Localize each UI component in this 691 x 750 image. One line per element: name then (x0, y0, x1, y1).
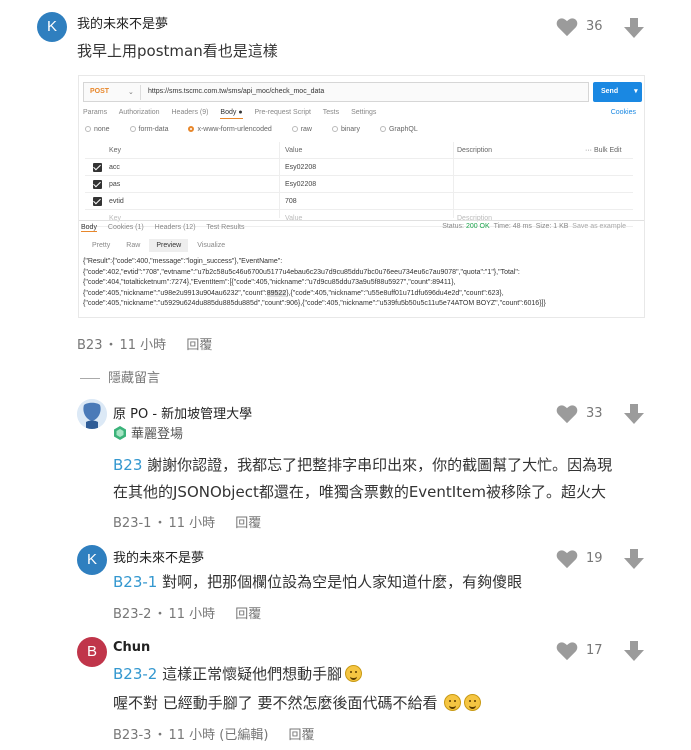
reply-button[interactable]: 回覆 (235, 607, 261, 622)
comment-text-line2: 在其他的JSONObject都還在，唯獨含票數的EventItem被移除了。超火… (113, 483, 606, 501)
checkbox-icon (93, 180, 102, 189)
send-button: Send ▾ (593, 82, 642, 102)
http-method: POST (90, 88, 110, 95)
timestamp: 11 小時 (168, 607, 216, 622)
chevron-down-icon: ⌄ (128, 89, 134, 96)
body-type-options: none form-data x-www-form-urlencoded raw… (85, 126, 436, 133)
timestamp: 11 小時 (已編輯) (168, 728, 269, 743)
comment-text: B23-1 對啊，把那個欄位設為空是怕人家知道什麼，有夠傻眼 (113, 573, 523, 591)
like-count: 33 (586, 406, 603, 421)
floor-number: B23-1 (113, 516, 152, 531)
comment-text: B23-2 這樣正常懷疑他們想動手腳 (113, 661, 363, 687)
comment-meta: B23-3 ・ 11 小時 (已編輯) 回覆 (113, 728, 315, 743)
table-row: pas Esy02208 (85, 176, 633, 193)
comment-meta: B23-2 ・ 11 小時 回覆 (113, 607, 262, 622)
table-row: acc Esy02208 (85, 159, 633, 176)
hidden-replies-toggle[interactable]: 隱藏留言 (80, 367, 160, 386)
reply-button[interactable]: 回覆 (289, 728, 315, 743)
comment-author[interactable]: 我的未來不是夢 (77, 13, 168, 32)
heart-icon (556, 18, 578, 37)
heart-icon (556, 405, 578, 424)
comment-text: 我早上用postman看也是這樣 (77, 42, 278, 60)
timestamp: 11 小時 (168, 516, 216, 531)
like-count: 19 (586, 551, 603, 566)
request-tabs: Params Authorization Headers (9) Body ● … (83, 109, 386, 119)
floor-mention-link[interactable]: B23-2 (113, 665, 157, 683)
floor-number: B23-2 (113, 607, 152, 622)
avatar[interactable]: B (77, 637, 107, 667)
like-count: 36 (586, 19, 603, 34)
comment-meta: B23 ・ 11 小時 回覆 (77, 338, 213, 353)
cookies-link: Cookies (610, 109, 636, 116)
request-url: https://sms.tscmc.com.tw/sms/api_moc/che… (148, 88, 325, 95)
response-json: {"Result":{"code":400,"message":"login_s… (83, 258, 546, 307)
heart-icon (556, 550, 578, 569)
user-badge: 華麗登場 (113, 423, 183, 442)
comment-text: B23 謝謝你認證，我都忘了把整排字串印出來，你的截圖幫了大忙。因為現 (113, 456, 613, 474)
avatar[interactable] (77, 399, 107, 429)
url-bar: POST ⌄ https://sms.tscmc.com.tw/sms/api_… (83, 82, 589, 102)
postman-screenshot[interactable]: POST ⌄ https://sms.tscmc.com.tw/sms/api_… (78, 75, 645, 318)
laughing-emoji-icon (463, 694, 481, 711)
table-row: evtid 708 (85, 193, 633, 210)
like-button[interactable]: 33 (556, 404, 616, 426)
downvote-icon[interactable] (623, 548, 645, 570)
like-count: 17 (586, 643, 603, 658)
downvote-icon[interactable] (623, 640, 645, 662)
grinning-emoji-icon (345, 665, 363, 682)
like-button[interactable]: 36 (556, 17, 616, 39)
floor-mention-link[interactable]: B23 (113, 456, 142, 474)
reply-button[interactable]: 回覆 (186, 338, 212, 353)
timestamp: 11 小時 (119, 338, 167, 353)
view-tabs: Pretty Raw Preview Visualize (85, 239, 234, 252)
comment-meta: B23-1 ・ 11 小時 回覆 (113, 516, 262, 531)
downvote-icon[interactable] (623, 403, 645, 425)
comment-text-line2: 喔不對 已經動手腳了 要不然怎麼後面代碼不給看 (113, 690, 481, 716)
like-button[interactable]: 17 (556, 641, 616, 663)
checkbox-icon (93, 197, 102, 206)
checkbox-icon (93, 163, 102, 172)
downvote-icon[interactable] (623, 17, 645, 39)
badge-icon (114, 426, 126, 440)
floor-mention-link[interactable]: B23-1 (113, 573, 157, 591)
floor-number: B23-3 (113, 728, 152, 743)
key-value-table: Key Value Description ··· Bulk Edit acc … (85, 142, 633, 227)
floor-number: B23 (77, 338, 103, 353)
table-header: Key Value Description ··· Bulk Edit (85, 142, 633, 159)
comment-author[interactable]: 原 PO - 新加坡管理大學 (113, 403, 252, 422)
reply-button[interactable]: 回覆 (235, 516, 261, 531)
comment-author[interactable]: 我的未來不是夢 (113, 547, 204, 566)
laughing-emoji-icon (443, 694, 461, 711)
avatar[interactable]: K (77, 545, 107, 575)
avatar[interactable]: K (37, 12, 67, 42)
like-button[interactable]: 19 (556, 549, 616, 571)
response-status: Status: 200 OK Time: 48 ms Size: 1 KB Sa… (442, 223, 626, 230)
heart-icon (556, 642, 578, 661)
comment-author[interactable]: Chun (113, 640, 150, 655)
highlighted-count: 89522 (266, 289, 287, 297)
